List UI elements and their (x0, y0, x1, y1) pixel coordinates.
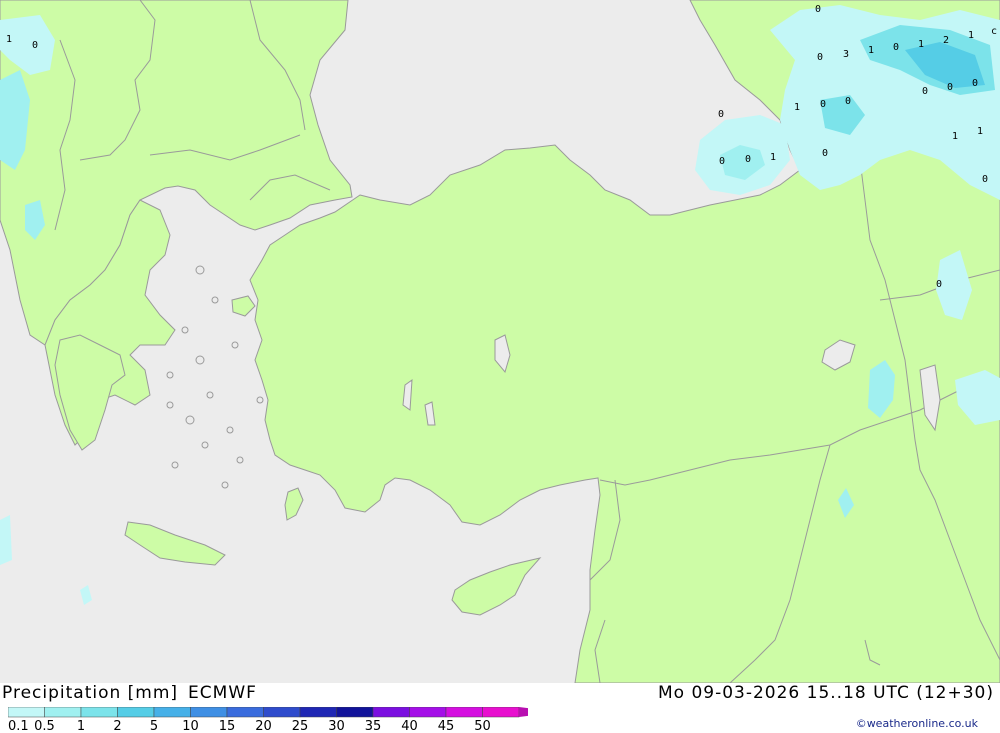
precip-label: 0 (32, 40, 38, 51)
precip-label: 0 (817, 52, 823, 63)
precip-label: 0 (947, 82, 953, 93)
precip-label: 1 (968, 30, 974, 41)
precip-label: 0 (718, 109, 724, 120)
precip-label: 0 (893, 42, 899, 53)
map-title: Precipitation [mm] ECMWF (2, 683, 257, 703)
precip-label: 0 (745, 154, 751, 165)
precip-label: 0 (719, 156, 725, 167)
precip-label: 1 (770, 152, 776, 163)
precip-label: 1 (794, 102, 800, 113)
valid-time: Mo 09-03-2026 15..18 UTC (12+30) (657, 683, 994, 703)
legend-value-label: 1 (77, 719, 85, 731)
precip-label: 0 (815, 4, 821, 15)
legend-arrow (519, 707, 528, 717)
precip-label: 1 (868, 45, 874, 56)
precip-label: 0 (982, 174, 988, 185)
legend-swatch (445, 707, 483, 718)
legend-value-label: 25 (292, 719, 309, 731)
legend-swatch (117, 707, 155, 718)
legend-value-label: 0.1 (8, 719, 29, 731)
legend-swatch (153, 707, 191, 718)
legend-value-label: 40 (401, 719, 418, 731)
precip-label: 1 (952, 131, 958, 142)
precip-label: 0 (820, 99, 826, 110)
title-text: Precipitation [mm] (2, 683, 179, 703)
footer-bar: Precipitation [mm] ECMWF Mo 09-03-2026 15… (0, 683, 1000, 733)
precip-label: 1 (977, 126, 983, 137)
legend-swatch (44, 707, 82, 718)
legend-value-label: 30 (328, 719, 345, 731)
legend-swatch (226, 707, 264, 718)
precip-label: c (991, 26, 997, 37)
legend-swatch (409, 707, 447, 718)
precip-label: 2 (943, 35, 949, 46)
credit-link[interactable]: ©weatheronline.co.uk (856, 717, 978, 730)
precip-label: 0 (922, 86, 928, 97)
legend-value-label: 0.5 (34, 719, 55, 731)
legend-value-label: 35 (365, 719, 382, 731)
legend-swatch (336, 707, 374, 718)
legend-swatch (263, 707, 301, 718)
legend-value-label: 15 (219, 719, 236, 731)
legend-value-label: 45 (438, 719, 455, 731)
legend-swatch (80, 707, 118, 718)
precip-label: 0 (972, 78, 978, 89)
precip-westedge (0, 515, 12, 565)
legend-value-label: 10 (182, 719, 199, 731)
precip-label: 1 (6, 34, 12, 45)
model-name: ECMWF (188, 683, 257, 703)
legend-value-label: 5 (150, 719, 158, 731)
legend-swatch (372, 707, 410, 718)
color-legend: 0.1 0.5 1 2 5 10 15 20 25 30 35 40 45 50 (8, 707, 528, 731)
legend-swatch (190, 707, 228, 718)
precip-label: 1 (918, 39, 924, 50)
legend-swatch (482, 707, 520, 718)
precipitation-map: 1 0 0 0 3 1 0 1 2 1 c 0 0 0 1 0 0 0 0 1 … (0, 0, 1000, 683)
legend-swatch (299, 707, 337, 718)
legend-value-label: 2 (113, 719, 121, 731)
precip-label: 0 (936, 279, 942, 290)
precip-label: 0 (822, 148, 828, 159)
precip-label: 3 (843, 49, 849, 60)
legend-swatch (8, 707, 45, 718)
legend-value-label: 20 (255, 719, 272, 731)
precip-label: 0 (845, 96, 851, 107)
legend-value-label: 50 (474, 719, 491, 731)
